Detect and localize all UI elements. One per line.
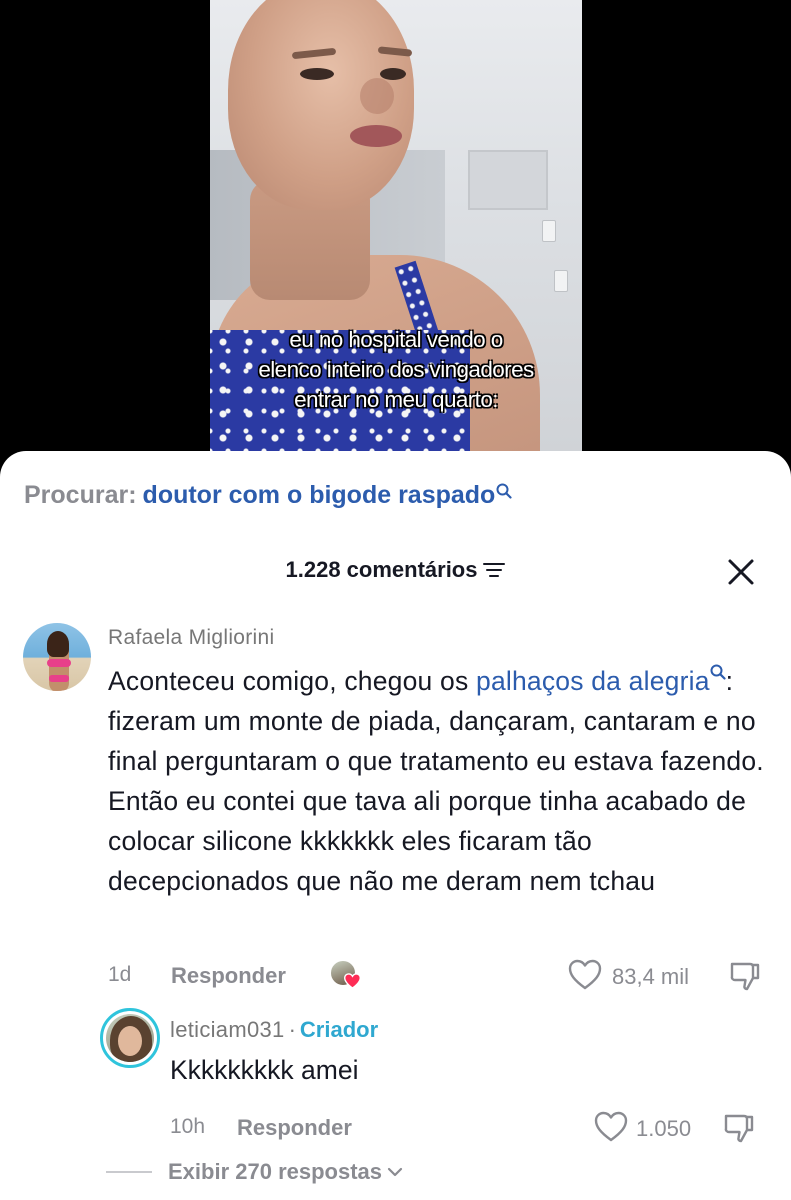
comment-actions: 1d Responder 83,4 mil xyxy=(108,957,768,993)
close-button[interactable] xyxy=(724,555,758,589)
chevron-down-icon xyxy=(386,1165,404,1179)
left-brow xyxy=(291,47,337,60)
video-player[interactable]: eu no hospital vendo o elenco inteiro do… xyxy=(0,0,791,470)
sort-icon[interactable] xyxy=(483,562,506,578)
wall-outlet xyxy=(554,270,568,292)
reply-actions: 10h Responder 1.050 xyxy=(170,1109,770,1145)
like-button[interactable] xyxy=(594,1111,628,1143)
search-suggestion[interactable]: Procurar: doutor com o bigode raspado xyxy=(24,481,512,510)
search-term-link[interactable]: doutor com o bigode raspado xyxy=(143,481,496,509)
reply-time: 10h xyxy=(170,1115,206,1138)
wall-outlet xyxy=(542,220,556,242)
like-button[interactable] xyxy=(568,959,602,991)
comments-count: 1.228 comentários xyxy=(285,557,478,582)
creator-avatar[interactable] xyxy=(100,1008,160,1068)
comments-sheet: Procurar: doutor com o bigode raspado 1.2… xyxy=(0,451,791,1200)
caption-line: eu no hospital vendo o xyxy=(289,327,503,352)
lips xyxy=(350,125,402,147)
view-replies-label: Exibir 270 respostas xyxy=(168,1159,383,1184)
close-icon xyxy=(728,559,754,585)
thumbs-down-icon xyxy=(730,962,760,991)
separator-dot: · xyxy=(288,1017,296,1042)
comment-text-part: : fizeram um monte de piada, dançaram, c… xyxy=(108,666,764,896)
comments-header: 1.228 comentários xyxy=(0,557,791,587)
heart-outline-icon xyxy=(568,959,602,990)
search-prefix: Procurar: xyxy=(24,481,137,509)
search-icon xyxy=(710,664,726,680)
heart-outline-icon xyxy=(594,1111,628,1142)
creator-badge: Criador xyxy=(299,1017,379,1042)
like-count: 1.050 xyxy=(636,1116,692,1141)
wall-vent xyxy=(468,150,548,210)
caption-line: elenco inteiro dos vingadores xyxy=(258,357,534,382)
dislike-button[interactable] xyxy=(722,1111,756,1145)
liked-heart-icon xyxy=(344,973,361,989)
right-brow xyxy=(377,46,413,57)
creator-liked-avatar xyxy=(330,960,361,990)
comment-search-link[interactable]: palhaços da alegria xyxy=(476,666,710,696)
reply-text: Kkkkkkkkk amei xyxy=(170,1055,359,1085)
nose xyxy=(360,78,394,114)
comment-text: Aconteceu comigo, chegou os palhaços da … xyxy=(108,661,778,901)
divider-line xyxy=(106,1171,152,1173)
reply-button[interactable]: Responder xyxy=(171,963,286,989)
comment-username[interactable]: Rafaela Migliorini xyxy=(108,626,274,650)
person-head xyxy=(228,0,414,210)
caption-line: entrar no meu quarto: xyxy=(294,387,498,412)
reply-header: leticiam031 · Criador xyxy=(170,1017,378,1043)
left-eye xyxy=(300,68,334,80)
dislike-button[interactable] xyxy=(728,959,762,993)
right-eye xyxy=(380,68,406,80)
reply-username[interactable]: leticiam031 xyxy=(170,1017,285,1042)
like-count: 83,4 mil xyxy=(612,964,690,989)
comment-time: 1d xyxy=(108,963,132,986)
video-caption: eu no hospital vendo o elenco inteiro do… xyxy=(210,325,582,415)
comment-text-part: Aconteceu comigo, chegou os xyxy=(108,666,476,696)
view-replies-button[interactable]: Exibir 270 respostas xyxy=(106,1159,404,1189)
avatar[interactable] xyxy=(23,623,91,691)
reply-button[interactable]: Responder xyxy=(237,1115,352,1141)
search-icon xyxy=(496,483,512,501)
thumbs-down-icon xyxy=(724,1114,754,1143)
